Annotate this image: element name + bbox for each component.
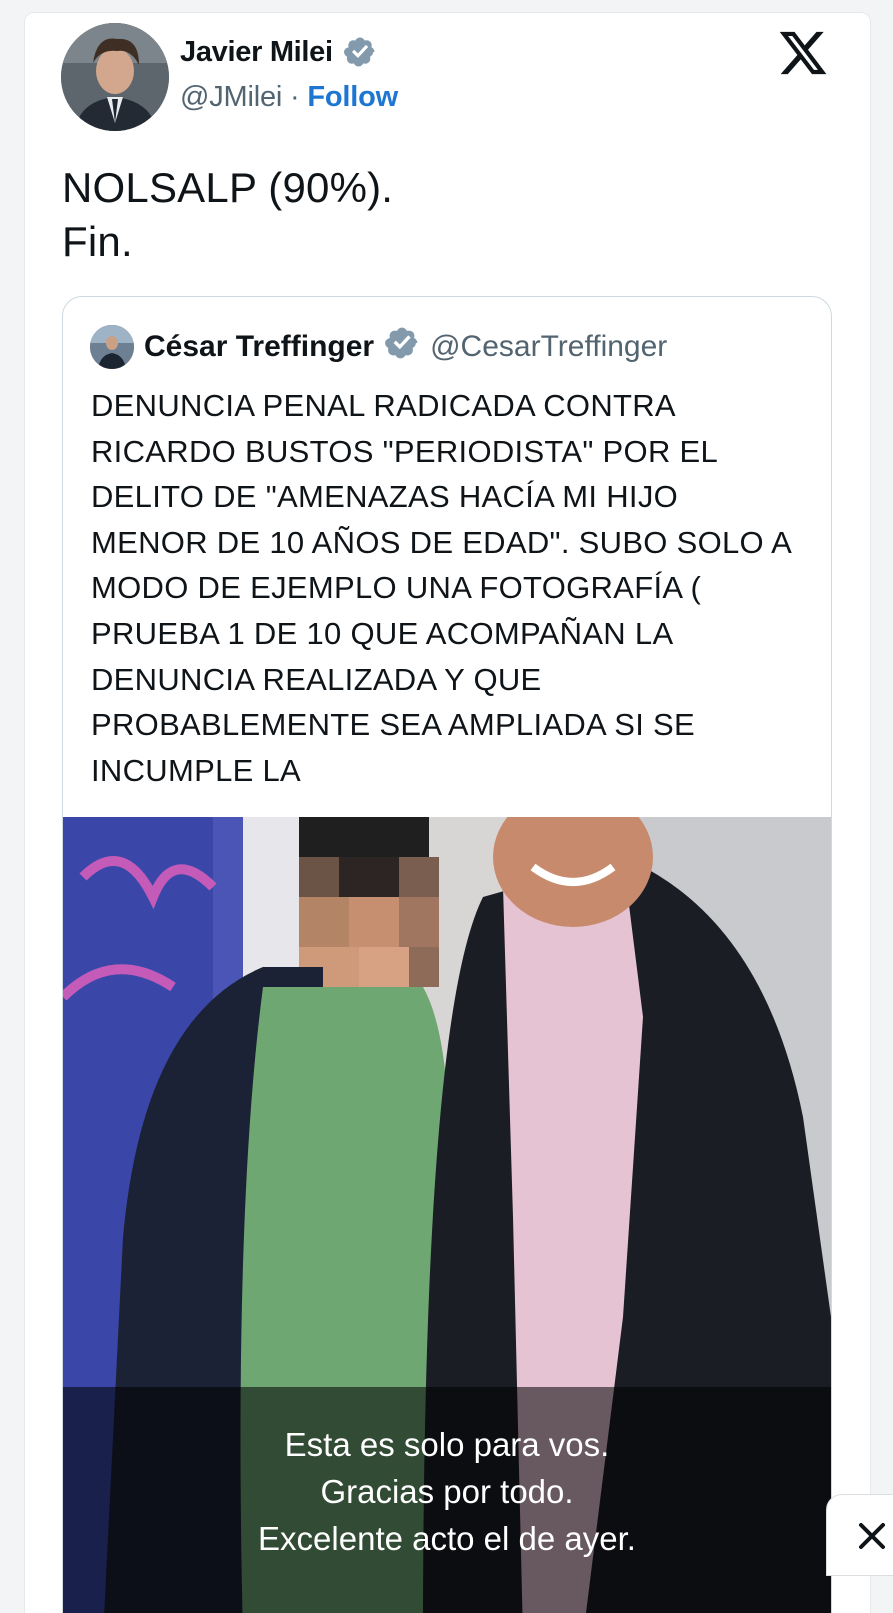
quoted-header: César Treffinger @CesarTreffinger	[90, 325, 667, 369]
quoted-text-line: DENUNCIA PENAL RADICADA CONTRA	[91, 388, 676, 423]
close-icon	[859, 1523, 885, 1549]
quoted-text-line: PROBABLEMENTE SEA AMPLIADA SI SE	[91, 707, 695, 743]
tweet-line: Fin.	[62, 218, 133, 265]
tweet-line: NOLSALP (90%).	[62, 164, 394, 211]
photo-caption-line: Esta es solo para vos.	[284, 1426, 610, 1463]
quoted-tweet[interactable]: César Treffinger @CesarTreffinger DENUNC…	[62, 296, 832, 1613]
x-logo-icon[interactable]	[777, 27, 829, 79]
author-name[interactable]: Javier Milei	[180, 36, 333, 69]
photo-caption-line: Gracias por todo.	[320, 1473, 574, 1510]
embedded-tweet-card: Javier Milei @JMilei · Follow NOLSALP (9…	[24, 12, 871, 1613]
verified-badge-icon	[384, 325, 420, 369]
close-button[interactable]	[826, 1494, 893, 1576]
quoted-text-line: RICARDO BUSTOS "PERIODISTA" POR EL	[91, 433, 719, 469]
photo-caption-line: Excelente acto el de ayer.	[258, 1520, 636, 1557]
quoted-avatar	[90, 325, 134, 369]
author-handle-row: @JMilei · Follow	[180, 81, 398, 114]
author-handle[interactable]: @JMilei	[180, 81, 282, 113]
quoted-author-handle: @CesarTreffinger	[430, 330, 668, 363]
follow-button[interactable]: Follow	[307, 81, 398, 113]
quoted-text-line: DENUNCIA REALIZADA Y QUE	[91, 661, 542, 697]
quoted-photo[interactable]: Esta es solo para vos. Gracias por todo.…	[63, 817, 831, 1613]
quoted-author-name: César Treffinger	[144, 330, 375, 363]
quoted-text-line: MENOR DE 10 AÑOS DE EDAD". SUBO SOLO A	[91, 524, 793, 560]
tweet-text: NOLSALP (90%). Fin.	[62, 161, 393, 269]
author-name-row: Javier Milei	[180, 35, 377, 69]
quoted-text-line: PRUEBA 1 DE 10 QUE ACOMPAÑAN LA	[91, 615, 674, 651]
quoted-text-line: MODO DE EJEMPLO UNA FOTOGRAFÍA (	[91, 570, 702, 606]
author-avatar[interactable]	[61, 23, 169, 131]
quoted-text-line: INCUMPLE LA	[91, 752, 302, 788]
quoted-text: DENUNCIA PENAL RADICADA CONTRA RICARDO B…	[91, 383, 811, 793]
separator-dot: ·	[290, 81, 300, 113]
verified-badge-icon	[343, 35, 377, 69]
quoted-text-line: DELITO DE "AMENAZAS HACÍA MI HIJO	[91, 479, 679, 515]
